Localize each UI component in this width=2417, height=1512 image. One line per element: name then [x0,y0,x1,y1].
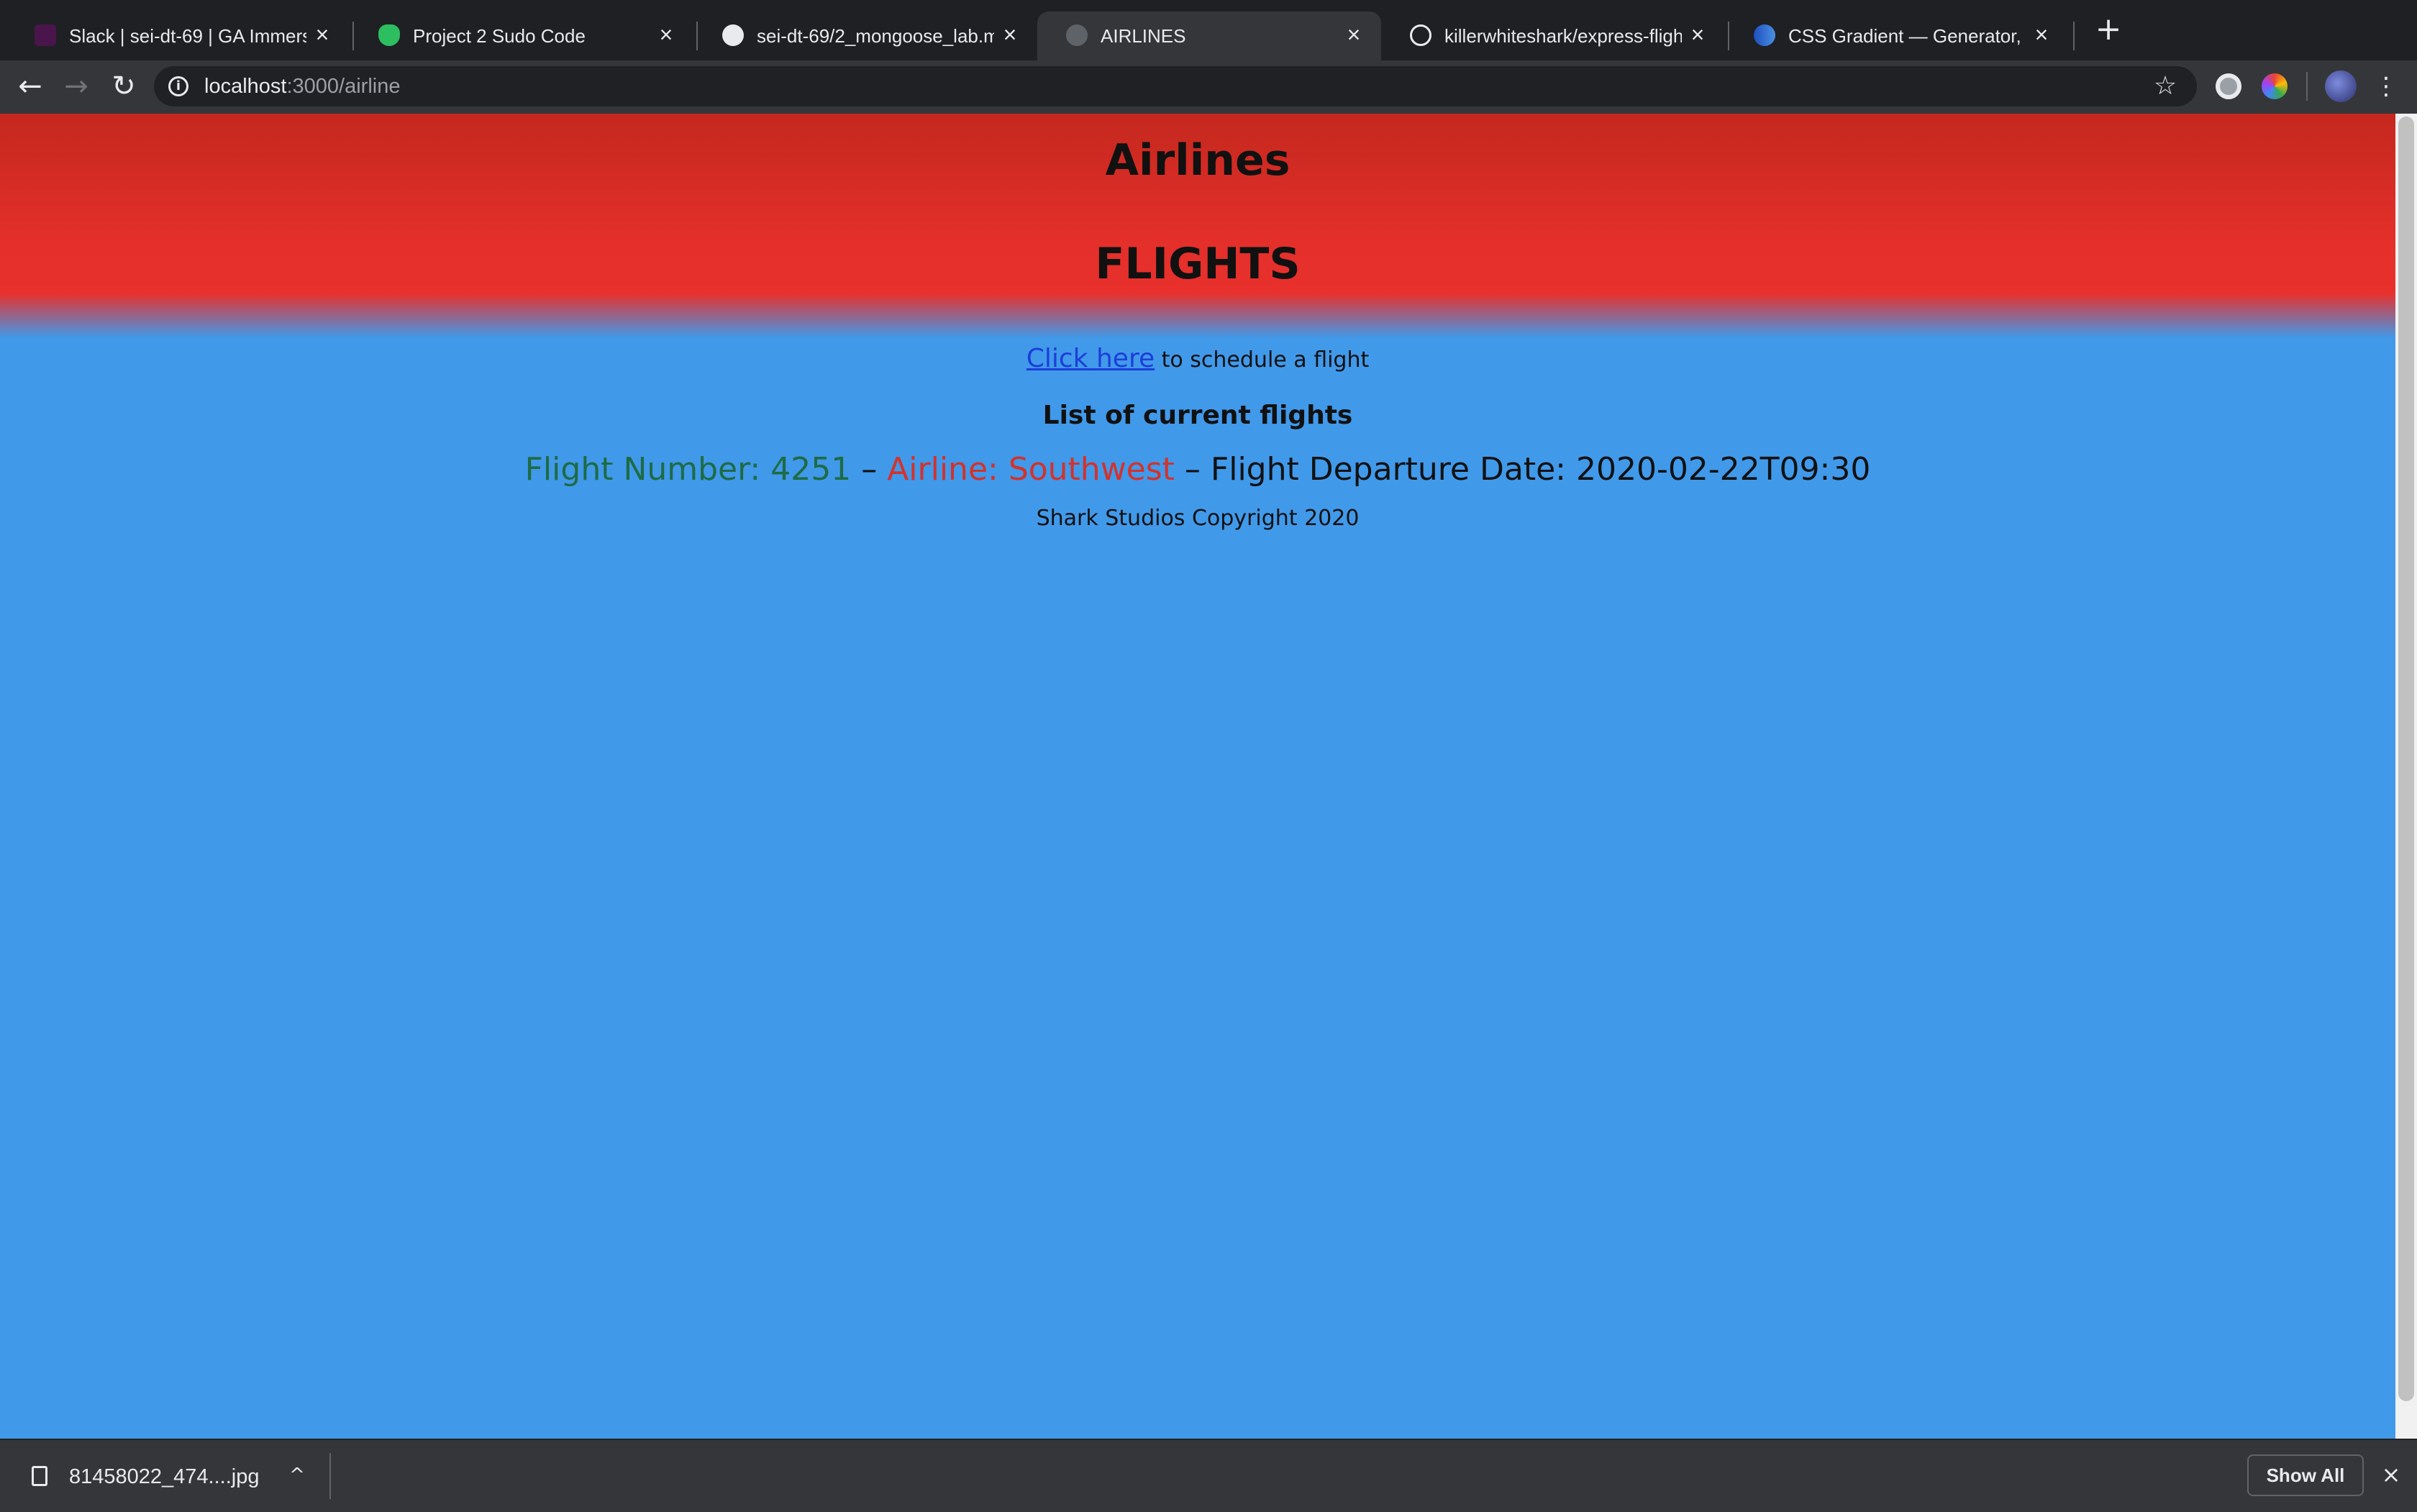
close-icon[interactable]: × [309,22,335,47]
close-icon[interactable]: × [1341,22,1367,47]
chevron-up-icon[interactable]: ^ [286,1463,308,1488]
flights-list-heading: List of current flights [1042,401,1353,430]
scrollbar-thumb[interactable] [2398,117,2414,1401]
github-icon [1410,24,1431,46]
back-arrow-icon[interactable]: ← [14,70,46,102]
tab-strip: Slack | sei-dt-69 | GA Immersive × Proje… [0,0,2417,60]
flight-departure-date: Flight Departure Date: 2020-02-22T09:30 [1210,451,1871,488]
page-heading: FLIGHTS [1095,239,1301,289]
github-icon [722,24,744,46]
schedule-line: Click here to schedule a flight [0,342,2395,377]
reload-icon[interactable]: ↻ [108,70,140,102]
page-viewport: Airlines FLIGHTS Click here to schedule … [0,114,2395,1439]
show-all-button[interactable]: Show All [2247,1454,2364,1496]
profile-avatar[interactable] [2325,70,2357,102]
tab-title: Slack | sei-dt-69 | GA Immersive [69,25,306,47]
globe-icon [1754,24,1775,46]
tab-project-2-sudo-code[interactable]: Project 2 Sudo Code × [350,12,693,60]
info-icon[interactable]: i [168,76,188,96]
page-footer: Shark Studios Copyright 2020 [1036,506,1360,531]
evernote-icon [378,24,400,46]
new-tab-button[interactable]: + [2092,13,2125,46]
forward-arrow-icon[interactable]: → [60,70,92,102]
file-icon [32,1466,47,1486]
flight-airline: Airline: Southwest [887,451,1175,488]
close-icon[interactable]: × [653,22,679,47]
toolbar-divider [2306,72,2308,101]
tab-title: Project 2 Sudo Code [413,25,586,47]
downloads-divider [329,1453,331,1499]
slack-icon [35,24,56,46]
site-title: Airlines [1105,135,1291,186]
tab-slack[interactable]: Slack | sei-dt-69 | GA Immersive × [6,12,350,60]
close-icon[interactable]: × [997,22,1023,47]
close-icon[interactable]: × [2378,1462,2404,1488]
flight-number: Flight Number: 4251 [524,451,852,488]
address-bar[interactable]: i localhost:3000/airline [154,66,2197,106]
tab-title: AIRLINES [1101,25,1186,47]
color-picker-extension-icon[interactable] [2262,73,2288,99]
tab-airlines[interactable]: AIRLINES × [1037,12,1381,60]
tab-divider [2073,22,2075,50]
close-icon[interactable]: × [2029,22,2054,47]
tab-express-flights[interactable]: killerwhiteshark/express-flights × [1381,12,1725,60]
schedule-flight-link[interactable]: Click here [1027,344,1155,373]
downloads-bar: 81458022_474....jpg ^ Show All × [0,1439,2417,1512]
download-file-name[interactable]: 81458022_474....jpg [69,1465,259,1489]
schedule-text: to schedule a flight [1155,347,1370,373]
url-text[interactable]: localhost:3000/airline [204,75,400,98]
close-icon[interactable]: × [1685,22,1711,47]
extension-icon[interactable] [2216,73,2241,99]
bookmark-star-icon[interactable]: ☆ [2151,72,2180,101]
globe-icon [1066,24,1088,46]
tab-mongoose-lab[interactable]: sei-dt-69/2_mongoose_lab.md × [693,12,1037,60]
kebab-menu-icon[interactable]: ⋮ [2374,72,2398,101]
tab-css-gradient[interactable]: CSS Gradient — Generator, Maker × [1725,12,2069,60]
tab-title: sei-dt-69/2_mongoose_lab.md [757,25,994,47]
flight-list-item: Flight Number: 4251 – Airline: Southwest… [524,451,1871,488]
tab-title: killerwhiteshark/express-flights [1444,25,1682,47]
tab-title: CSS Gradient — Generator, Maker [1788,25,2026,47]
